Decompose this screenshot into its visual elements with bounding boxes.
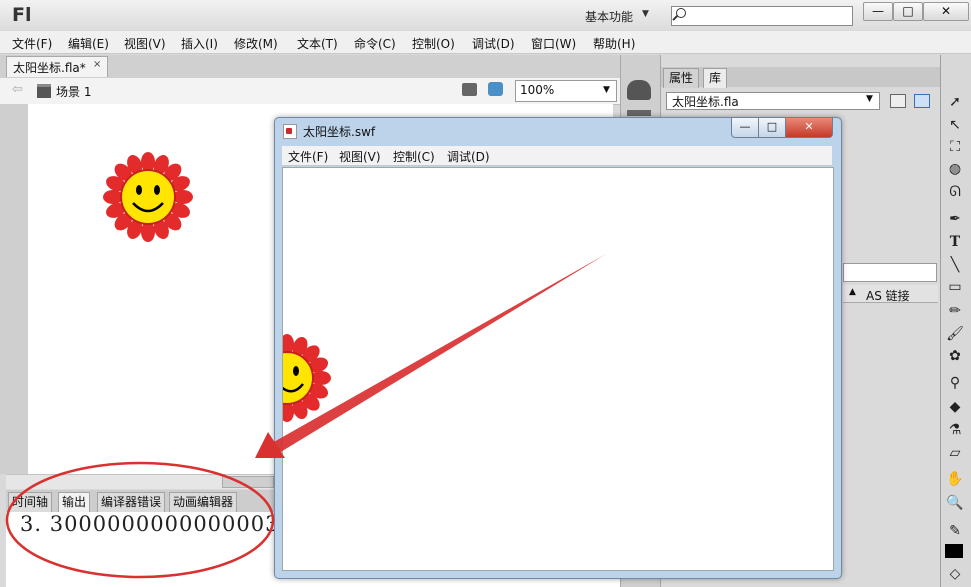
fill-color-swatch[interactable]	[945, 544, 963, 558]
3d-rotation-tool-icon[interactable]: ◍	[945, 160, 965, 178]
close-button[interactable]: ✕	[923, 2, 969, 21]
pencil-tool-icon[interactable]: ✏	[945, 302, 965, 320]
scene-label[interactable]: 场景 1	[56, 83, 91, 100]
document-tab-label: 太阳坐标.fla*	[13, 61, 86, 75]
tab-output[interactable]: 输出	[58, 492, 91, 513]
workspace-switcher[interactable]: 基本功能	[585, 8, 633, 25]
pasteboard	[0, 104, 28, 474]
menu-modify[interactable]: 修改(M)	[234, 35, 278, 52]
deco-tool-icon[interactable]: ✿	[945, 347, 965, 365]
maximize-button[interactable]: □	[893, 2, 923, 21]
free-transform-tool-icon[interactable]: ⛶	[945, 138, 965, 156]
tab-compiler-errors[interactable]: 编译器错误	[97, 492, 166, 513]
close-icon[interactable]: ×	[93, 59, 101, 70]
stroke-color-icon[interactable]: ✎	[945, 522, 965, 540]
menu-text[interactable]: 文本(T)	[297, 35, 338, 52]
swf-menu-control[interactable]: 控制(C)	[393, 148, 435, 165]
scrollbar-thumb[interactable]	[222, 476, 274, 488]
swf-content-area[interactable]	[282, 167, 834, 571]
menu-control[interactable]: 控制(O)	[412, 35, 455, 52]
swf-window-title: 太阳坐标.swf	[303, 125, 376, 139]
fill-bucket-icon[interactable]: ◇	[945, 565, 965, 583]
pen-tool-icon[interactable]: ✒	[945, 210, 965, 228]
tab-properties[interactable]: 属性	[663, 68, 700, 88]
eraser-tool-icon[interactable]: ▱	[945, 444, 965, 462]
library-document-label: 太阳坐标.fla	[672, 95, 739, 109]
help-search-input[interactable]	[671, 6, 853, 26]
panel-icon[interactable]	[627, 110, 651, 116]
flash-player-icon	[283, 124, 297, 139]
minimize-button[interactable]: —	[863, 2, 893, 21]
line-tool-icon[interactable]: ╲	[945, 256, 965, 274]
pin-library-icon[interactable]	[890, 94, 906, 108]
brush-tool-icon[interactable]: 🖌	[945, 325, 965, 343]
scene-icon	[37, 84, 51, 98]
output-text: 3. 3000000000000003	[20, 512, 280, 536]
selection-tool-icon[interactable]: ➚	[945, 93, 965, 111]
menu-insert[interactable]: 插入(I)	[181, 35, 218, 52]
menu-debug[interactable]: 调试(D)	[472, 35, 515, 52]
back-arrow-icon[interactable]: ⇦	[12, 82, 23, 97]
swf-maximize-button[interactable]: □	[758, 117, 786, 138]
sort-icon[interactable]: ▲	[849, 287, 856, 297]
swf-menu-debug[interactable]: 调试(D)	[447, 148, 490, 165]
rectangle-tool-icon[interactable]: ▭	[945, 278, 965, 296]
paint-bucket-tool-icon[interactable]: ◆	[945, 398, 965, 416]
motion-presets-icon[interactable]	[627, 80, 651, 100]
menu-window[interactable]: 窗口(W)	[531, 35, 576, 52]
menu-help[interactable]: 帮助(H)	[593, 35, 635, 52]
chevron-down-icon[interactable]: ▼	[603, 85, 610, 95]
swf-menu-view[interactable]: 视图(V)	[339, 148, 381, 165]
menu-commands[interactable]: 命令(C)	[354, 35, 396, 52]
edit-symbol-icon[interactable]	[488, 82, 503, 96]
sun-icon	[283, 334, 331, 422]
subselection-tool-icon[interactable]: ↖	[945, 116, 965, 134]
tab-timeline[interactable]: 时间轴	[8, 492, 53, 513]
hand-tool-icon[interactable]: ✋	[945, 470, 965, 488]
bone-tool-icon[interactable]: ⚲	[945, 374, 965, 392]
text-tool-icon[interactable]: T	[945, 233, 965, 251]
zoom-value: 100%	[520, 83, 555, 97]
zoom-tool-icon[interactable]: 🔍	[945, 494, 965, 512]
swf-minimize-button[interactable]: —	[731, 117, 759, 138]
sun-icon[interactable]	[102, 151, 194, 243]
lasso-tool-icon[interactable]: ᘏ	[945, 183, 965, 201]
menu-edit[interactable]: 编辑(E)	[68, 35, 109, 52]
chevron-down-icon[interactable]: ▼	[866, 94, 873, 104]
menu-view[interactable]: 视图(V)	[124, 35, 166, 52]
edit-scene-icon[interactable]	[462, 83, 477, 96]
library-search-input[interactable]	[843, 263, 937, 282]
swf-close-button[interactable]: ✕	[785, 117, 833, 138]
tab-library[interactable]: 库	[703, 68, 728, 88]
new-library-icon[interactable]	[914, 94, 930, 108]
eyedropper-tool-icon[interactable]: ⚗	[945, 421, 965, 439]
app-logo: Fl	[12, 4, 32, 26]
chevron-down-icon[interactable]: ▼	[642, 9, 649, 19]
as-linkage-column[interactable]: AS 链接	[866, 287, 910, 304]
tab-motion-editor[interactable]: 动画编辑器	[169, 492, 238, 513]
search-icon	[676, 8, 686, 18]
menu-file[interactable]: 文件(F)	[12, 35, 52, 52]
swf-menu-file[interactable]: 文件(F)	[288, 148, 328, 165]
